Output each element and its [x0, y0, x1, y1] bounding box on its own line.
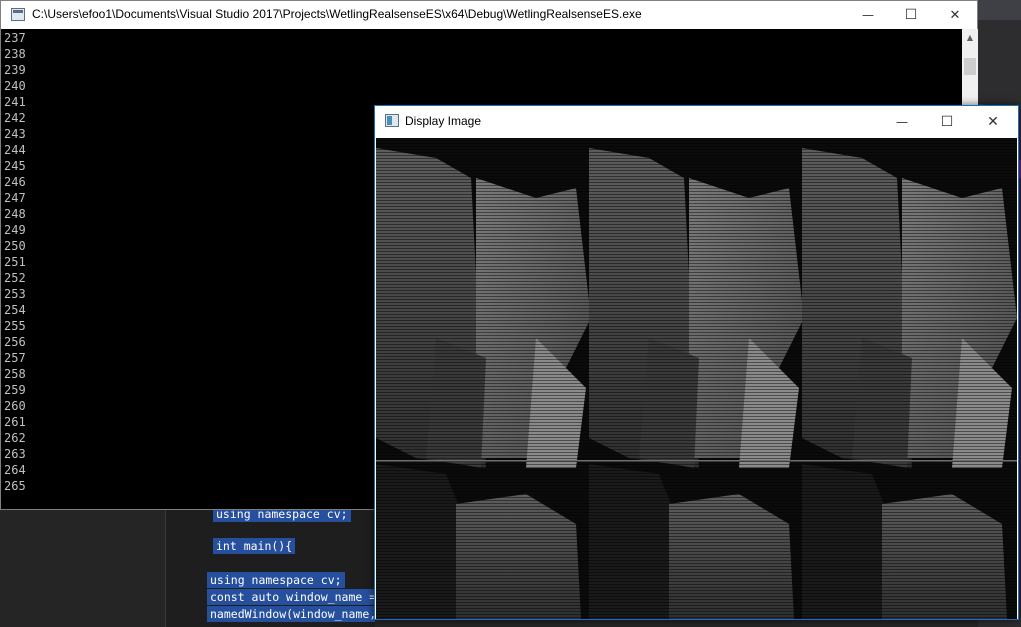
console-maximize-button[interactable]: ☐	[888, 1, 934, 29]
console-line: 238	[4, 47, 26, 61]
display-window-title: Display Image	[405, 114, 482, 128]
code-line[interactable]: int main(){	[213, 538, 296, 554]
display-maximize-button[interactable]: ☐	[924, 106, 970, 137]
console-titlebar[interactable]: C:\Users\efoo1\Documents\Visual Studio 2…	[1, 1, 977, 29]
console-line: 260	[4, 399, 26, 413]
code-line[interactable]: using namespace cv;	[207, 572, 345, 588]
console-line: 244	[4, 143, 26, 157]
console-line: 252	[4, 271, 26, 285]
console-line: 247	[4, 191, 26, 205]
image-tile	[589, 148, 804, 468]
close-icon: ✕	[949, 7, 961, 23]
console-line: 251	[4, 255, 26, 269]
console-line: 258	[4, 367, 26, 381]
console-line: 264	[4, 463, 26, 477]
ide-solution-panel	[0, 508, 165, 627]
console-minimize-button[interactable]: —	[845, 1, 891, 29]
console-line: 240	[4, 79, 26, 93]
chevron-up-icon: ▲	[966, 33, 974, 42]
image-tile	[802, 148, 1017, 468]
console-close-button[interactable]: ✕	[932, 1, 978, 29]
console-line: 242	[4, 111, 26, 125]
minimize-icon: —	[862, 8, 874, 22]
console-line: 245	[4, 159, 26, 173]
code-line[interactable]: namedWindow(window_name,	[207, 606, 375, 622]
minimize-icon: —	[896, 114, 908, 129]
console-window-title: C:\Users\efoo1\Documents\Visual Studio 2…	[32, 7, 642, 21]
ide-code-editor[interactable]: using namespace cv; int main(){ using na…	[197, 508, 375, 627]
image-tile	[376, 148, 591, 468]
display-close-button[interactable]: ✕	[970, 106, 1016, 137]
console-app-icon[interactable]	[11, 8, 25, 21]
console-line: 253	[4, 287, 26, 301]
display-minimize-button[interactable]: —	[879, 106, 925, 137]
console-line: 259	[4, 383, 26, 397]
console-line: 239	[4, 63, 26, 77]
code-line[interactable]: const auto window_name =	[207, 589, 375, 605]
console-line: 265	[4, 479, 26, 493]
display-titlebar[interactable]: Display Image — ☐ ✕	[375, 106, 1018, 137]
console-line: 254	[4, 303, 26, 317]
console-line: 248	[4, 207, 26, 221]
display-image-window[interactable]: Display Image — ☐ ✕	[374, 105, 1019, 620]
desktop: using namespace cv; int main(){ using na…	[0, 0, 1021, 627]
opencv-window-icon[interactable]	[385, 114, 399, 127]
console-line: 256	[4, 335, 26, 349]
console-line: 257	[4, 351, 26, 365]
close-icon: ✕	[987, 113, 999, 130]
console-line: 237	[4, 31, 26, 45]
console-line: 241	[4, 95, 26, 109]
console-line: 261	[4, 415, 26, 429]
scroll-up-button[interactable]: ▲	[962, 29, 978, 46]
depth-image-canvas	[376, 138, 1017, 619]
scroll-thumb[interactable]	[964, 58, 976, 75]
ide-tab-strip[interactable]	[978, 0, 1021, 20]
console-lines: 237 238 239 240 241 242 243 244 245 246 247 248 249 2…	[4, 30, 26, 494]
console-line: 255	[4, 319, 26, 333]
console-line: 263	[4, 447, 26, 461]
console-line: 250	[4, 239, 26, 253]
console-line: 243	[4, 127, 26, 141]
ide-editor-margin	[165, 508, 197, 627]
depth-image	[376, 138, 1017, 619]
maximize-icon: ☐	[904, 7, 918, 23]
console-line: 249	[4, 223, 26, 237]
maximize-icon: ☐	[940, 113, 954, 130]
code-line[interactable]: using namespace cv;	[213, 508, 351, 522]
console-line: 246	[4, 175, 26, 189]
console-line: 262	[4, 431, 26, 445]
